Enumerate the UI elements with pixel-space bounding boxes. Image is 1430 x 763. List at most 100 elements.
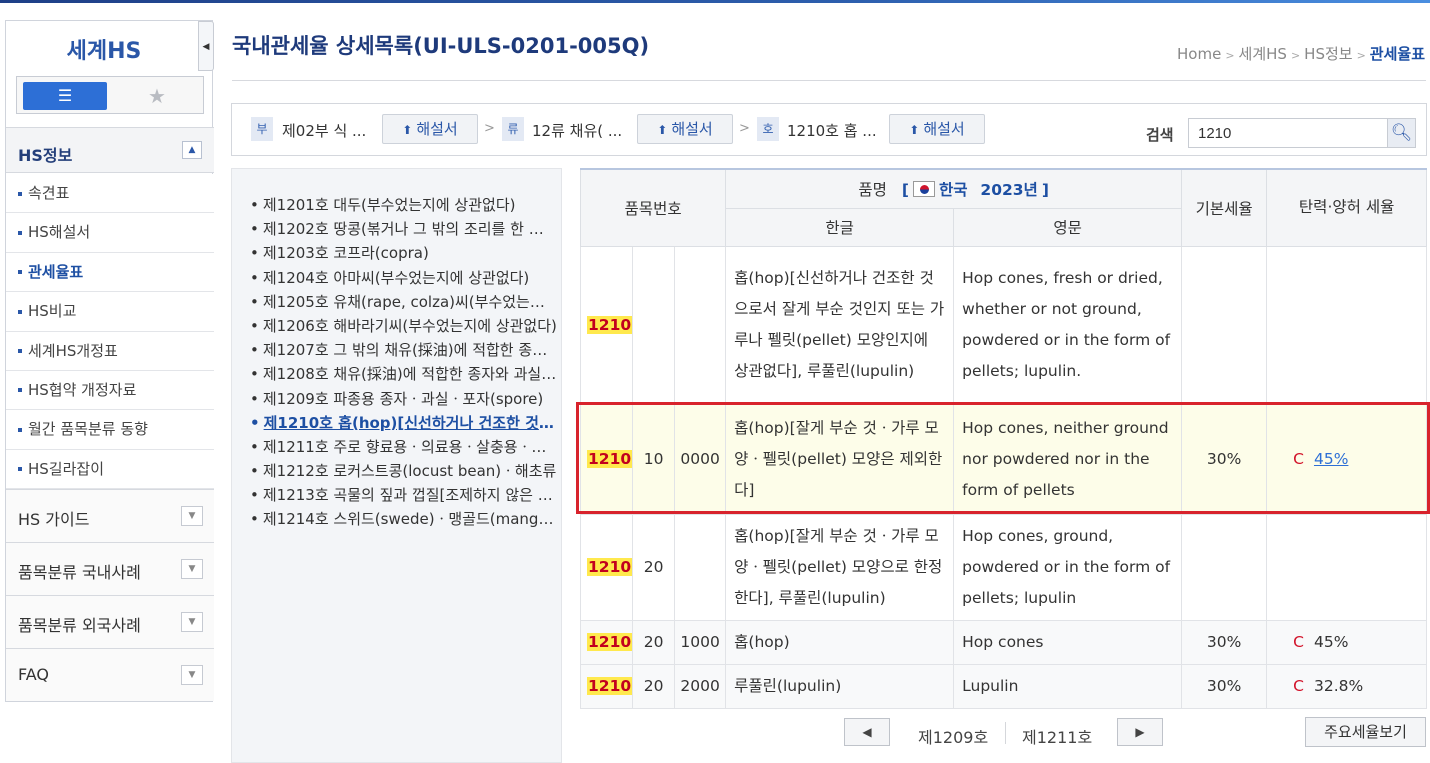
chevron-down-icon[interactable]: ▼ xyxy=(181,612,203,633)
chevron-down-icon[interactable]: ▼ xyxy=(181,665,203,686)
part-explain-button[interactable]: ⬆ 해설서 xyxy=(382,114,478,144)
table-row[interactable]: 1210 20 2000 루풀린(lupulin) Lupulin 30% C3… xyxy=(579,663,1428,709)
sidebar-item-hs-explanatory[interactable]: HS해설서 xyxy=(6,213,214,253)
sidebar-group-foreign-cases[interactable]: 품목분류 외국사례 ▼ xyxy=(6,595,214,649)
cell-code: 1210 xyxy=(579,619,634,665)
sidebar-group-label: 품목분류 국내사례 xyxy=(18,563,141,583)
bullet-icon: • xyxy=(250,341,259,360)
bullet-icon xyxy=(18,427,22,432)
elastic-rate-link[interactable]: 45% xyxy=(1314,450,1348,468)
sidebar-group-label: 품목분류 외국사례 xyxy=(18,616,141,636)
top-accent-line xyxy=(0,0,1430,3)
bullet-icon xyxy=(18,309,22,314)
table-row-selected[interactable]: 1210 10 0000 홉(hop)[잘게 부순 것ㆍ가루 모양ㆍ펠릿(pel… xyxy=(579,403,1428,515)
code-highlight: 1210 xyxy=(587,558,633,576)
sidebar-item-quick-table[interactable]: 속견표 xyxy=(6,174,214,214)
list-item-active[interactable]: •제1210호 홉(hop)[신선하거나 건조한 것으로서 잘게 부순 것인지] xyxy=(232,411,557,435)
list-item[interactable]: •제1205호 유채(rape, colza)씨(부수었는지에 상관없다) xyxy=(232,290,557,314)
next-heading-label[interactable]: 제1211호 xyxy=(1022,724,1092,748)
list-item[interactable]: •제1207호 그 밖의 채유(採油)에 적합한 종자와 과실 xyxy=(232,338,557,362)
cell-korean: 홉(hop) xyxy=(725,619,955,665)
button-label: 해설서 xyxy=(923,120,965,138)
bullet-icon: • xyxy=(250,316,259,335)
star-icon[interactable]: ★ xyxy=(117,82,197,110)
header-country: 한국 xyxy=(938,180,968,199)
cell-korean: 홉(hop)[잘게 부순 것ㆍ가루 모양ㆍ펠릿(pellet) 모양은 제외한다… xyxy=(725,403,955,515)
bullet-icon: • xyxy=(250,220,259,239)
collapse-sidebar-icon[interactable]: ◀ xyxy=(198,21,214,71)
list-item[interactable]: • 제1209호 파종용 종자ㆍ과실ㆍ포자(spore) xyxy=(232,387,557,411)
button-label: 해설서 xyxy=(671,120,713,138)
list-item-label: 제1209호 파종용 종자ㆍ과실ㆍ포자(spore) xyxy=(262,389,544,408)
search-icon[interactable]: 🔍︎ xyxy=(1388,118,1416,148)
list-item[interactable]: • 제1211호 주로 향료용ㆍ의료용ㆍ살충용ㆍ살균용 xyxy=(232,435,557,459)
chevron-right-icon: > xyxy=(1225,49,1235,62)
prev-heading-button[interactable]: ◀ xyxy=(844,718,890,746)
cell-code: 1210 xyxy=(579,403,634,515)
sidebar-group-domestic-cases[interactable]: 품목분류 국내사례 ▼ xyxy=(6,542,214,596)
chevron-down-icon[interactable]: ▼ xyxy=(181,506,203,527)
sidebar-item-label: 월간 품목분류 동향 xyxy=(28,420,148,439)
sidebar-item-label: HS길라잡이 xyxy=(28,459,105,478)
cell-english: Hop cones, fresh or dried, whether or no… xyxy=(953,245,1183,405)
list-item[interactable]: •제1208호 채유(採油)에 적합한 종자와 과실의 고운 가루 xyxy=(232,362,557,386)
part-tag: 부 xyxy=(251,117,273,141)
breadcrumb-world-hs[interactable]: 세계HS xyxy=(1239,45,1287,63)
list-item-label: 제1202호 땅콩(볶거나 그 밖의 조리를 한 것은 제외한다) xyxy=(262,220,557,239)
sidebar-group-faq[interactable]: FAQ ▼ xyxy=(6,648,214,702)
search-input[interactable] xyxy=(1188,118,1388,148)
triangle-right-icon: ▶ xyxy=(1135,725,1145,739)
breadcrumb-home[interactable]: Home xyxy=(1177,45,1221,63)
cell-sub2 xyxy=(674,245,727,405)
list-item[interactable]: • 제1206호 해바라기씨(부수었는지에 상관없다) xyxy=(232,314,557,338)
list-item[interactable]: • 제1201호 대두(부수었는지에 상관없다) xyxy=(232,193,557,217)
bracket-open: [ xyxy=(901,180,909,199)
sidebar-item-tariff-table[interactable]: 관세율표 xyxy=(6,252,214,293)
sidebar-item-hs-revision[interactable]: 세계HS개정표 xyxy=(6,331,214,371)
table-row[interactable]: 1210 20 홉(hop)[잘게 부순 것ㆍ가루 모양ㆍ펠릿(pellet) … xyxy=(579,513,1428,621)
cell-basic-rate xyxy=(1181,513,1268,621)
breadcrumb-current: 관세율표 xyxy=(1369,45,1425,63)
sidebar-item-hs-guide-book[interactable]: HS길라잡이 xyxy=(6,449,214,490)
triangle-left-icon: ◀ xyxy=(862,725,872,739)
sidebar-group-hs-guide[interactable]: HS 가이드 ▼ xyxy=(6,489,214,543)
header-name: 품명 [한국 2023년] xyxy=(725,168,1183,209)
list-item[interactable]: • 제1214호 스위드(swede)ㆍ맹골드(mangold) xyxy=(232,507,557,531)
main-rate-button[interactable]: 주요세율보기 xyxy=(1305,717,1426,747)
bracket-close: ] xyxy=(1041,180,1049,199)
chevron-up-icon[interactable]: ▲ xyxy=(182,141,202,159)
cell-elastic-rate xyxy=(1266,245,1428,405)
list-view-icon[interactable]: ☰ xyxy=(23,82,107,110)
breadcrumb-hs-info[interactable]: HS정보 xyxy=(1304,45,1352,63)
bullet-icon: • xyxy=(250,365,259,384)
cell-sub2: 1000 xyxy=(674,619,727,665)
elastic-code: C xyxy=(1293,677,1304,695)
list-item[interactable]: •제1213호 곡물의 짚과 껍질[조제하지 않은 것으로 한정한다] xyxy=(232,483,557,507)
elastic-rate: 32.8% xyxy=(1313,677,1364,695)
prev-heading-label[interactable]: 제1209호 xyxy=(918,724,988,748)
sidebar-item-label: HS비교 xyxy=(28,302,77,321)
list-item[interactable]: • 제1204호 아마씨(부수었는지에 상관없다) xyxy=(232,266,557,290)
list-item[interactable]: • 제1203호 코프라(copra) xyxy=(232,241,557,265)
bullet-icon: • xyxy=(250,510,259,529)
sidebar-item-hs-compare[interactable]: HS비교 xyxy=(6,292,214,332)
sidebar-item-label: HS협약 개정자료 xyxy=(28,380,137,399)
table-row[interactable]: 1210 홉(hop)[신선하거나 건조한 것으로서 잘게 부순 것인지 또는 … xyxy=(579,245,1428,405)
chevron-right-icon: > xyxy=(1356,49,1366,62)
sidebar-section-hs-info[interactable]: HS정보 ▲ xyxy=(6,127,214,173)
sidebar-item-hs-convention[interactable]: HS협약 개정자료 xyxy=(6,370,214,411)
list-item-label: 제1214호 스위드(swede)ㆍ맹골드(mangold) xyxy=(262,510,557,529)
cell-english: Hop cones xyxy=(953,619,1183,665)
next-heading-button[interactable]: ▶ xyxy=(1117,718,1163,746)
header-basic-rate: 기본세율 xyxy=(1181,168,1268,247)
chapter-explain-button[interactable]: ⬆ 해설서 xyxy=(637,114,733,144)
list-item-label: 제1208호 채유(採油)에 적합한 종자와 과실의 고운 가루 xyxy=(262,365,557,384)
chevron-down-icon[interactable]: ▼ xyxy=(181,559,203,580)
cell-korean: 홉(hop)[잘게 부순 것ㆍ가루 모양ㆍ펠릿(pellet) 모양으로 한정한… xyxy=(725,513,955,621)
table-row[interactable]: 1210 20 1000 홉(hop) Hop cones 30% C 45% xyxy=(579,619,1428,665)
list-item[interactable]: •제1202호 땅콩(볶거나 그 밖의 조리를 한 것은 제외한다) xyxy=(232,217,557,241)
list-item[interactable]: • 제1212호 로커스트콩(locust bean)ㆍ해초류 xyxy=(232,459,557,483)
heading-explain-button[interactable]: ⬆ 해설서 xyxy=(889,114,985,144)
sidebar-item-monthly-trend[interactable]: 월간 품목분류 동향 xyxy=(6,410,214,450)
bullet-icon xyxy=(18,270,22,275)
